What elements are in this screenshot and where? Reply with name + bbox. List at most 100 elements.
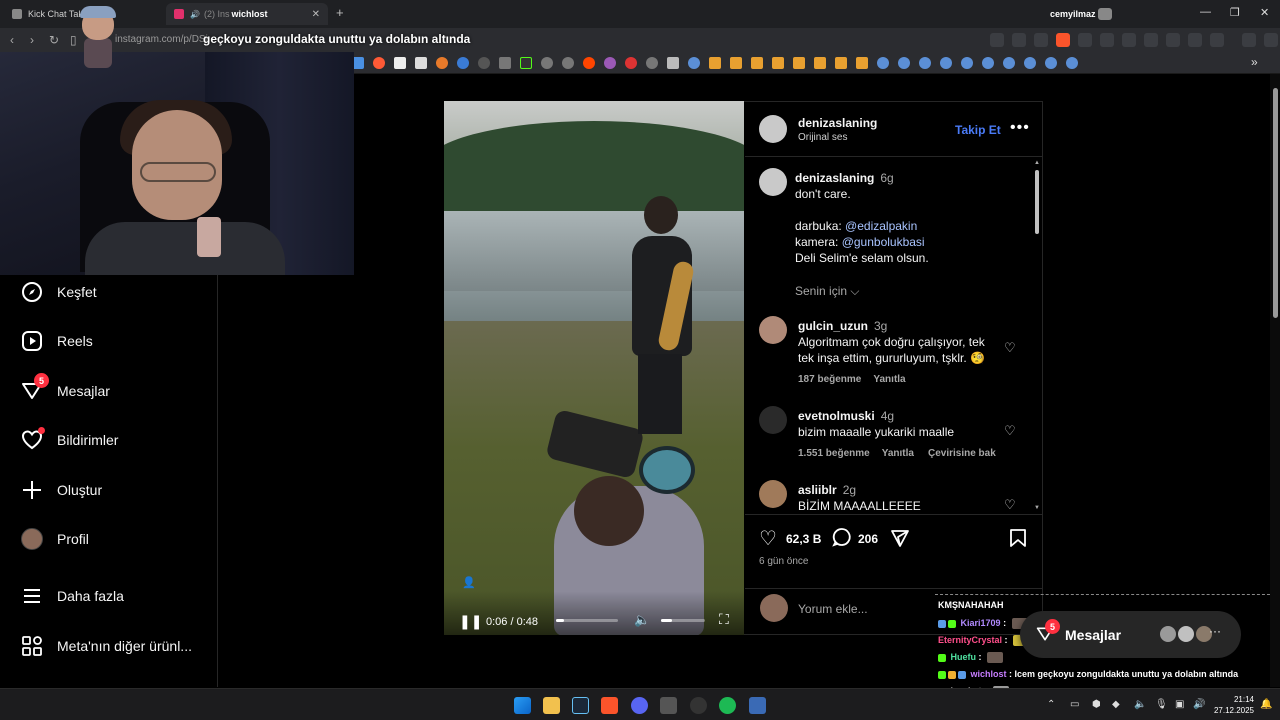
- bookmark-icon[interactable]: [541, 57, 553, 69]
- sidebar-item-more[interactable]: Daha fazla: [20, 584, 124, 608]
- comment-user[interactable]: gulcin_uzun: [798, 319, 868, 333]
- comment-likes[interactable]: 187 beğenme: [798, 374, 861, 385]
- bookmark-icon[interactable]: [436, 57, 448, 69]
- extension-icon[interactable]: [1144, 33, 1158, 47]
- comment-icon[interactable]: [832, 527, 852, 550]
- messages-pill-button[interactable]: 5 Mesajlar ···: [1020, 611, 1241, 658]
- bookmark-icon[interactable]: [478, 57, 490, 69]
- reply-button[interactable]: Yanıtla: [882, 448, 914, 459]
- bookmark-icon[interactable]: [499, 57, 511, 69]
- bookmark-icon[interactable]: [898, 57, 910, 69]
- bookmark-icon[interactable]: [1024, 57, 1036, 69]
- bookmark-icon[interactable]: [457, 57, 469, 69]
- save-icon[interactable]: [1009, 528, 1027, 551]
- bookmark-icon[interactable]: [835, 57, 847, 69]
- more-bookmarks-icon[interactable]: »: [1251, 55, 1258, 69]
- notification-icon[interactable]: 🔔: [1260, 699, 1272, 710]
- folder-icon[interactable]: [667, 57, 679, 69]
- mention-link[interactable]: @edizalpakin: [845, 219, 917, 233]
- bookmark-icon[interactable]: [688, 57, 700, 69]
- bookmark-icon[interactable]: [1045, 57, 1057, 69]
- follow-button[interactable]: Takip Et: [955, 123, 1001, 137]
- post-author[interactable]: denizaslaning: [798, 116, 877, 130]
- new-tab-icon[interactable]: +: [336, 5, 344, 20]
- maximize-icon[interactable]: ❐: [1230, 6, 1240, 19]
- bookmark-icon[interactable]: [961, 57, 973, 69]
- more-options-icon[interactable]: •••: [1010, 119, 1030, 137]
- avatar[interactable]: [759, 316, 787, 344]
- like-comment-icon[interactable]: ♡: [1004, 498, 1018, 512]
- reload-icon[interactable]: ↻: [49, 33, 59, 47]
- bookmark-icon[interactable]: [940, 57, 952, 69]
- system-clock[interactable]: 21:14 27.12.2025: [1212, 694, 1254, 716]
- bookmark-icon[interactable]: [373, 57, 385, 69]
- caption-user[interactable]: denizaslaning: [795, 171, 874, 185]
- bookmark-icon[interactable]: [730, 57, 742, 69]
- comment-user[interactable]: asliiblr: [798, 483, 837, 497]
- obs-icon[interactable]: [690, 697, 707, 714]
- sidebar-item-create[interactable]: Oluştur: [20, 478, 102, 502]
- tagged-user-icon[interactable]: 👤: [462, 576, 476, 589]
- tab-instagram[interactable]: 🔊 (2) Ins wichlost ✕: [166, 3, 328, 25]
- video-progress-bar[interactable]: [556, 619, 618, 622]
- extension-icon[interactable]: [1166, 33, 1180, 47]
- close-window-icon[interactable]: ✕: [1260, 6, 1269, 19]
- url-field[interactable]: instagram.com/p/DSi: [115, 34, 208, 45]
- bookmark-icon[interactable]: [604, 57, 616, 69]
- avatar[interactable]: [759, 168, 787, 196]
- file-explorer-icon[interactable]: [543, 697, 560, 714]
- app-icon[interactable]: [660, 697, 677, 714]
- forward-icon[interactable]: ›: [30, 33, 34, 47]
- zoom-icon[interactable]: [1012, 33, 1026, 47]
- like-comment-icon[interactable]: ♡: [1004, 424, 1018, 438]
- mention-link[interactable]: @gunbolukbasi: [842, 235, 925, 249]
- start-icon[interactable]: [514, 697, 531, 714]
- audio-label[interactable]: Orijinal ses: [798, 132, 847, 143]
- bookmark-icon[interactable]: [919, 57, 931, 69]
- microphone-icon[interactable]: 🎙: [1155, 699, 1168, 710]
- like-icon[interactable]: ♡: [759, 526, 777, 551]
- extension-icon[interactable]: [1100, 33, 1114, 47]
- bookmark-icon[interactable]: [772, 57, 784, 69]
- comment-likes[interactable]: 1.551 beğenme: [798, 448, 870, 459]
- browser-profile-name[interactable]: cemyilmaz: [1050, 9, 1096, 19]
- bookmark-icon[interactable]: [583, 57, 595, 69]
- bookmark-icon[interactable]: [856, 57, 868, 69]
- avatar[interactable]: [759, 480, 787, 508]
- sidebar-item-explore[interactable]: Keşfet: [20, 280, 97, 304]
- share-icon[interactable]: [890, 528, 910, 551]
- sidebar-item-profile[interactable]: Profil: [20, 527, 89, 551]
- volume-slider[interactable]: [661, 619, 705, 622]
- spotify-icon[interactable]: [719, 697, 736, 714]
- volume-tray-icon[interactable]: 🔊: [1193, 699, 1205, 710]
- pause-icon[interactable]: ❚❚: [459, 613, 482, 630]
- brave-icon[interactable]: [601, 697, 618, 714]
- bookmark-icon[interactable]: [646, 57, 658, 69]
- reel-video[interactable]: [444, 101, 744, 635]
- translate-link[interactable]: Çevirisine bak: [928, 448, 996, 459]
- sidebar-icon[interactable]: [1210, 33, 1224, 47]
- avatar[interactable]: [759, 115, 787, 143]
- bookmark-icon[interactable]: [751, 57, 763, 69]
- sidebar-item-messages[interactable]: 5 Mesajlar: [20, 373, 110, 403]
- comments-scrollbar[interactable]: ▲ ▼: [1034, 160, 1040, 512]
- bookmark-icon[interactable]: [415, 57, 427, 69]
- tray-chevron-icon[interactable]: ⌃: [1047, 699, 1055, 710]
- tray-icon[interactable]: ◆: [1112, 699, 1120, 710]
- avatar[interactable]: [759, 406, 787, 434]
- network-icon[interactable]: ▣: [1175, 699, 1184, 710]
- share-icon[interactable]: [1034, 33, 1048, 47]
- close-tab-icon[interactable]: ✕: [312, 9, 320, 20]
- like-count[interactable]: 62,3 B: [786, 532, 821, 546]
- bookmark-icon[interactable]: [394, 57, 406, 69]
- back-icon[interactable]: ‹: [10, 33, 14, 47]
- bookmark-icon[interactable]: [562, 57, 574, 69]
- bookmark-icon[interactable]: [709, 57, 721, 69]
- bookmark-icon[interactable]: [520, 57, 532, 69]
- menu-icon[interactable]: [1264, 33, 1278, 47]
- page-scrollbar[interactable]: [1270, 74, 1280, 687]
- reply-button[interactable]: Yanıtla: [873, 374, 905, 385]
- app-icon[interactable]: [749, 697, 766, 714]
- volume-icon[interactable]: 🔈: [634, 612, 650, 628]
- bookmark-icon[interactable]: [1003, 57, 1015, 69]
